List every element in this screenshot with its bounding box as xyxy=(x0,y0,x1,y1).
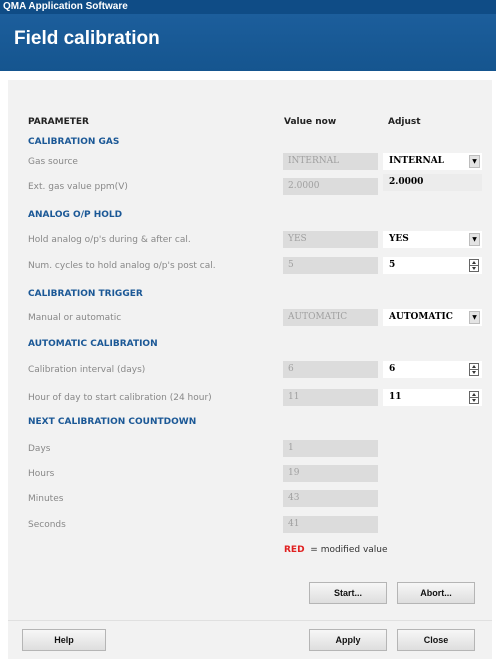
value-now-trigger-mode: AUTOMATIC xyxy=(283,309,378,326)
hold-analog-dropdown[interactable]: YES ▼ xyxy=(383,231,482,248)
legend-text: = modified value xyxy=(310,545,388,555)
section-calibration-trigger: CALIBRATION TRIGGER xyxy=(28,289,143,299)
app-title: QMA Application Software xyxy=(3,1,128,12)
label-hours: Hours xyxy=(28,469,55,479)
countdown-minutes: 43 xyxy=(283,490,378,507)
hold-analog-selected: YES xyxy=(389,234,409,244)
label-seconds: Seconds xyxy=(28,520,66,530)
gas-source-dropdown[interactable]: INTERNAL ▼ xyxy=(383,153,482,170)
section-analog-hold: ANALOG O/P HOLD xyxy=(28,210,123,220)
column-header-parameter: PARAMETER xyxy=(28,117,89,127)
label-trigger-mode: Manual or automatic xyxy=(28,313,122,323)
app-title-bar: QMA Application Software xyxy=(0,0,496,14)
value-now-gas-source: INTERNAL xyxy=(283,153,378,170)
start-button[interactable]: Start... xyxy=(309,582,387,604)
gas-source-selected: INTERNAL xyxy=(389,156,445,166)
cal-hour-value: 11 xyxy=(389,392,402,402)
divider xyxy=(8,620,492,621)
spinner-arrows-icon[interactable] xyxy=(469,259,479,272)
value-now-hold-analog: YES xyxy=(283,231,378,248)
value-now-hold-cycles: 5 xyxy=(283,257,378,274)
chevron-down-icon[interactable]: ▼ xyxy=(469,233,480,246)
value-now-cal-hour: 11 xyxy=(283,389,378,406)
label-gas-source: Gas source xyxy=(28,157,78,167)
label-days: Days xyxy=(28,444,51,454)
label-cal-interval: Calibration interval (days) xyxy=(28,365,146,375)
abort-button[interactable]: Abort... xyxy=(397,582,475,604)
chevron-down-icon[interactable]: ▼ xyxy=(469,311,480,324)
legend-red-word: RED xyxy=(284,545,305,555)
cal-interval-stepper[interactable]: 6 xyxy=(383,361,482,378)
help-button[interactable]: Help xyxy=(22,629,106,651)
modified-value-legend: RED = modified value xyxy=(284,545,388,555)
label-cal-hour: Hour of day to start calibration (24 hou… xyxy=(28,393,212,403)
hold-cycles-value: 5 xyxy=(389,260,396,270)
page-title: Field calibration xyxy=(14,28,160,49)
column-header-adjust: Adjust xyxy=(388,117,421,127)
countdown-seconds: 41 xyxy=(283,516,378,533)
label-hold-cycles: Num. cycles to hold analog o/p's post ca… xyxy=(28,261,216,271)
label-ext-gas: Ext. gas value ppm(V) xyxy=(28,182,128,192)
hold-cycles-stepper[interactable]: 5 xyxy=(383,257,482,274)
spinner-arrows-icon[interactable] xyxy=(469,363,479,376)
value-now-ext-gas: 2.0000 xyxy=(283,178,378,195)
trigger-mode-selected: AUTOMATIC xyxy=(389,312,453,322)
label-hold-analog: Hold analog o/p's during & after cal. xyxy=(28,235,191,245)
value-now-cal-interval: 6 xyxy=(283,361,378,378)
spinner-arrows-icon[interactable] xyxy=(469,391,479,404)
countdown-hours: 19 xyxy=(283,465,378,482)
countdown-days: 1 xyxy=(283,440,378,457)
trigger-mode-dropdown[interactable]: AUTOMATIC ▼ xyxy=(383,309,482,326)
cal-hour-stepper[interactable]: 11 xyxy=(383,389,482,406)
close-button[interactable]: Close xyxy=(397,629,475,651)
section-calibration-gas: CALIBRATION GAS xyxy=(28,137,120,147)
column-header-value-now: Value now xyxy=(284,117,337,127)
section-countdown: NEXT CALIBRATION COUNTDOWN xyxy=(28,417,197,427)
apply-button[interactable]: Apply xyxy=(309,629,387,651)
label-minutes: Minutes xyxy=(28,494,64,504)
ext-gas-input[interactable]: 2.0000 xyxy=(383,174,482,191)
section-automatic-calibration: AUTOMATIC CALIBRATION xyxy=(28,339,158,349)
chevron-down-icon[interactable]: ▼ xyxy=(469,155,480,168)
cal-interval-value: 6 xyxy=(389,364,396,374)
